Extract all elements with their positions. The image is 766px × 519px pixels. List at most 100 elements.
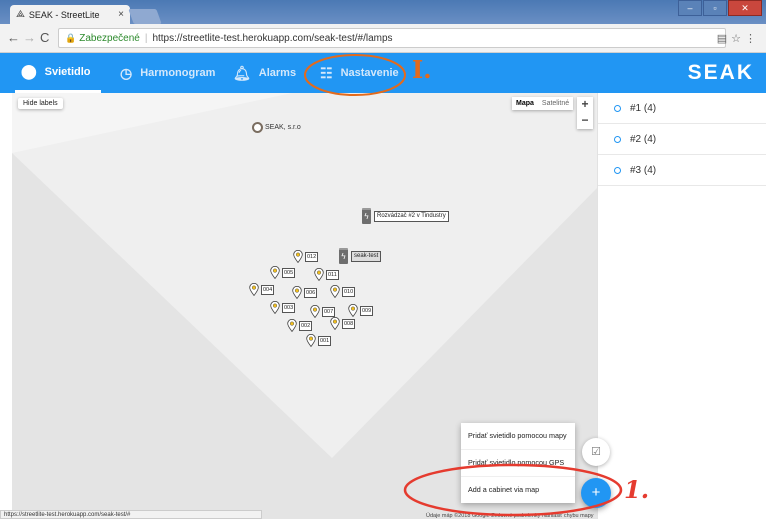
- close-window-button[interactable]: ✕: [728, 0, 762, 16]
- lamp-marker[interactable]: 012: [293, 250, 319, 263]
- add-cabinet-via-map-item[interactable]: Add a cabinet via map: [461, 476, 575, 503]
- lamp-pin-icon: [270, 301, 280, 314]
- annotation-1: 1.: [624, 475, 650, 504]
- zoom-out-button[interactable]: −: [577, 113, 593, 129]
- tab-title: SEAK - StreetLite: [28, 9, 100, 20]
- lamp-label: 006: [304, 287, 318, 298]
- forward-icon[interactable]: →: [23, 30, 36, 45]
- lamp-pin-icon: [348, 304, 358, 317]
- sliders-icon: ☷: [320, 64, 333, 81]
- group-dot-icon: [614, 135, 621, 143]
- group-label: #3 (4): [630, 164, 657, 176]
- lamp-marker[interactable]: 006: [292, 286, 318, 299]
- nav-nastavenie[interactable]: ☷ Nastavenie: [320, 53, 399, 93]
- lamp-label: 001: [318, 335, 332, 346]
- lamp-label: 004: [261, 284, 275, 295]
- map-type-satellite[interactable]: Satelitné: [538, 97, 573, 110]
- lamp-pin-icon: [287, 319, 297, 332]
- lamp-icon: ⬤: [21, 63, 37, 79]
- group-dot-icon: [614, 104, 621, 112]
- app-navbar: ⬤ Svietidlo ◷ Harmonogram 🔔︎ Alarms ☷ Na…: [0, 53, 766, 93]
- lamp-pin-icon: [292, 286, 302, 299]
- status-url: https://streetlite-test.herokuapp.com/se…: [0, 510, 262, 519]
- company-pin-icon: [252, 122, 263, 133]
- cabinet-marker[interactable]: ϟ seak-test: [339, 248, 382, 264]
- url-separator: |: [144, 32, 148, 44]
- window-controls: – ▫ ✕: [677, 0, 762, 16]
- lamp-pin-icon: [314, 268, 324, 281]
- menu-icon[interactable]: ⋮: [745, 33, 760, 45]
- lamp-marker[interactable]: 001: [306, 334, 332, 347]
- group-item[interactable]: #2 (4): [598, 124, 766, 155]
- nav-harmonogram-label: Harmonogram: [140, 67, 216, 79]
- lamp-marker[interactable]: 009: [348, 304, 374, 317]
- seak-favicon-icon: ⟁: [16, 9, 25, 20]
- cabinet-icon: ϟ: [362, 208, 371, 224]
- group-item[interactable]: #3 (4): [598, 155, 766, 186]
- lamp-marker[interactable]: 003: [270, 301, 296, 314]
- lamp-label: 005: [282, 267, 296, 278]
- add-lamp-via-map-item[interactable]: Pridať svietidlo pomocou mapy: [461, 423, 575, 449]
- map-type-map[interactable]: Mapa: [512, 97, 538, 110]
- bell-icon: 🔔︎: [233, 64, 251, 81]
- url-input[interactable]: 🔒 Zabezpečené | https://streetlite-test.…: [58, 28, 726, 48]
- group-dot-icon: [614, 166, 621, 174]
- lamp-label: 009: [360, 305, 374, 316]
- lamp-label: 007: [322, 306, 336, 317]
- cabinet-marker[interactable]: ϟ Rozvádzač #2 v Tindustry: [362, 208, 449, 224]
- lamp-label: 011: [326, 269, 339, 280]
- star-icon[interactable]: ☆: [731, 33, 745, 45]
- minimize-button[interactable]: –: [678, 0, 702, 16]
- lamp-label: 010: [342, 286, 356, 297]
- lamp-label: 003: [282, 302, 296, 313]
- lamp-pin-icon: [310, 305, 320, 318]
- lamp-marker[interactable]: 004: [249, 283, 275, 296]
- lamp-pin-icon: [330, 285, 340, 298]
- lamp-label: 012: [305, 251, 319, 262]
- lamp-marker[interactable]: 005: [270, 266, 296, 279]
- clock-icon: ◷: [120, 64, 133, 81]
- translate-icon[interactable]: ▤: [717, 33, 731, 45]
- lamp-marker[interactable]: 011: [314, 268, 339, 281]
- browser-actions: ▤☆⋮: [717, 32, 760, 45]
- nav-nastavenie-label: Nastavenie: [340, 67, 399, 79]
- hide-labels-button[interactable]: Hide labels: [18, 98, 63, 109]
- add-menu: Pridať svietidlo pomocou mapy Pridať svi…: [461, 423, 575, 503]
- back-icon[interactable]: ←: [7, 30, 20, 45]
- reload-icon[interactable]: C: [40, 30, 49, 45]
- url-text: https://streetlite-test.herokuapp.com/se…: [152, 32, 393, 44]
- add-lamp-via-gps-item[interactable]: Pridať svietidlo pomocou GPS: [461, 449, 575, 476]
- lamp-pin-icon: [306, 334, 316, 347]
- zoom-in-button[interactable]: +: [577, 97, 593, 113]
- cabinet-label: Rozvádzač #2 v Tindustry: [374, 210, 449, 222]
- checklist-fab-icon[interactable]: ☑: [582, 438, 610, 466]
- lamp-label: 008: [342, 318, 356, 329]
- address-bar: ← → C 🔒 Zabezpečené | https://streetlite…: [0, 24, 766, 53]
- browser-titlebar: ⟁ SEAK - StreetLite × – ▫ ✕: [0, 0, 766, 24]
- new-tab-button[interactable]: [128, 9, 162, 24]
- lamp-marker[interactable]: 010: [330, 285, 356, 298]
- secure-label: Zabezpečené: [79, 32, 140, 44]
- tab-close-icon[interactable]: ×: [118, 9, 124, 20]
- cabinet-label: seak-test: [351, 250, 382, 262]
- zoom-control: + −: [577, 97, 593, 129]
- map-footer: Údaje máp ©2018 Google Zmluvné podmienky…: [426, 513, 594, 519]
- nav-alarms[interactable]: 🔔︎ Alarms: [233, 53, 296, 93]
- nav-alarms-label: Alarms: [258, 67, 297, 79]
- map-type-control: Mapa Satelitné: [512, 97, 574, 110]
- group-item[interactable]: #1 (4): [598, 93, 766, 124]
- lamp-pin-icon: [249, 283, 259, 296]
- lamp-pin-icon: [330, 317, 340, 330]
- lamp-marker[interactable]: 008: [330, 317, 356, 330]
- browser-tab[interactable]: ⟁ SEAK - StreetLite ×: [10, 5, 130, 24]
- group-label: #2 (4): [630, 133, 657, 145]
- nav-harmonogram[interactable]: ◷ Harmonogram: [120, 53, 215, 93]
- lock-icon: 🔒: [65, 32, 77, 43]
- lamp-pin-icon: [270, 266, 280, 279]
- company-marker[interactable]: SEAK, s.r.o: [252, 122, 301, 133]
- lamp-marker[interactable]: 002: [287, 319, 313, 332]
- add-fab-button[interactable]: +: [581, 478, 611, 508]
- maximize-button[interactable]: ▫: [703, 0, 727, 16]
- cabinet-icon: ϟ: [339, 248, 348, 264]
- nav-svietidlo[interactable]: ⬤ Svietidlo: [15, 53, 101, 93]
